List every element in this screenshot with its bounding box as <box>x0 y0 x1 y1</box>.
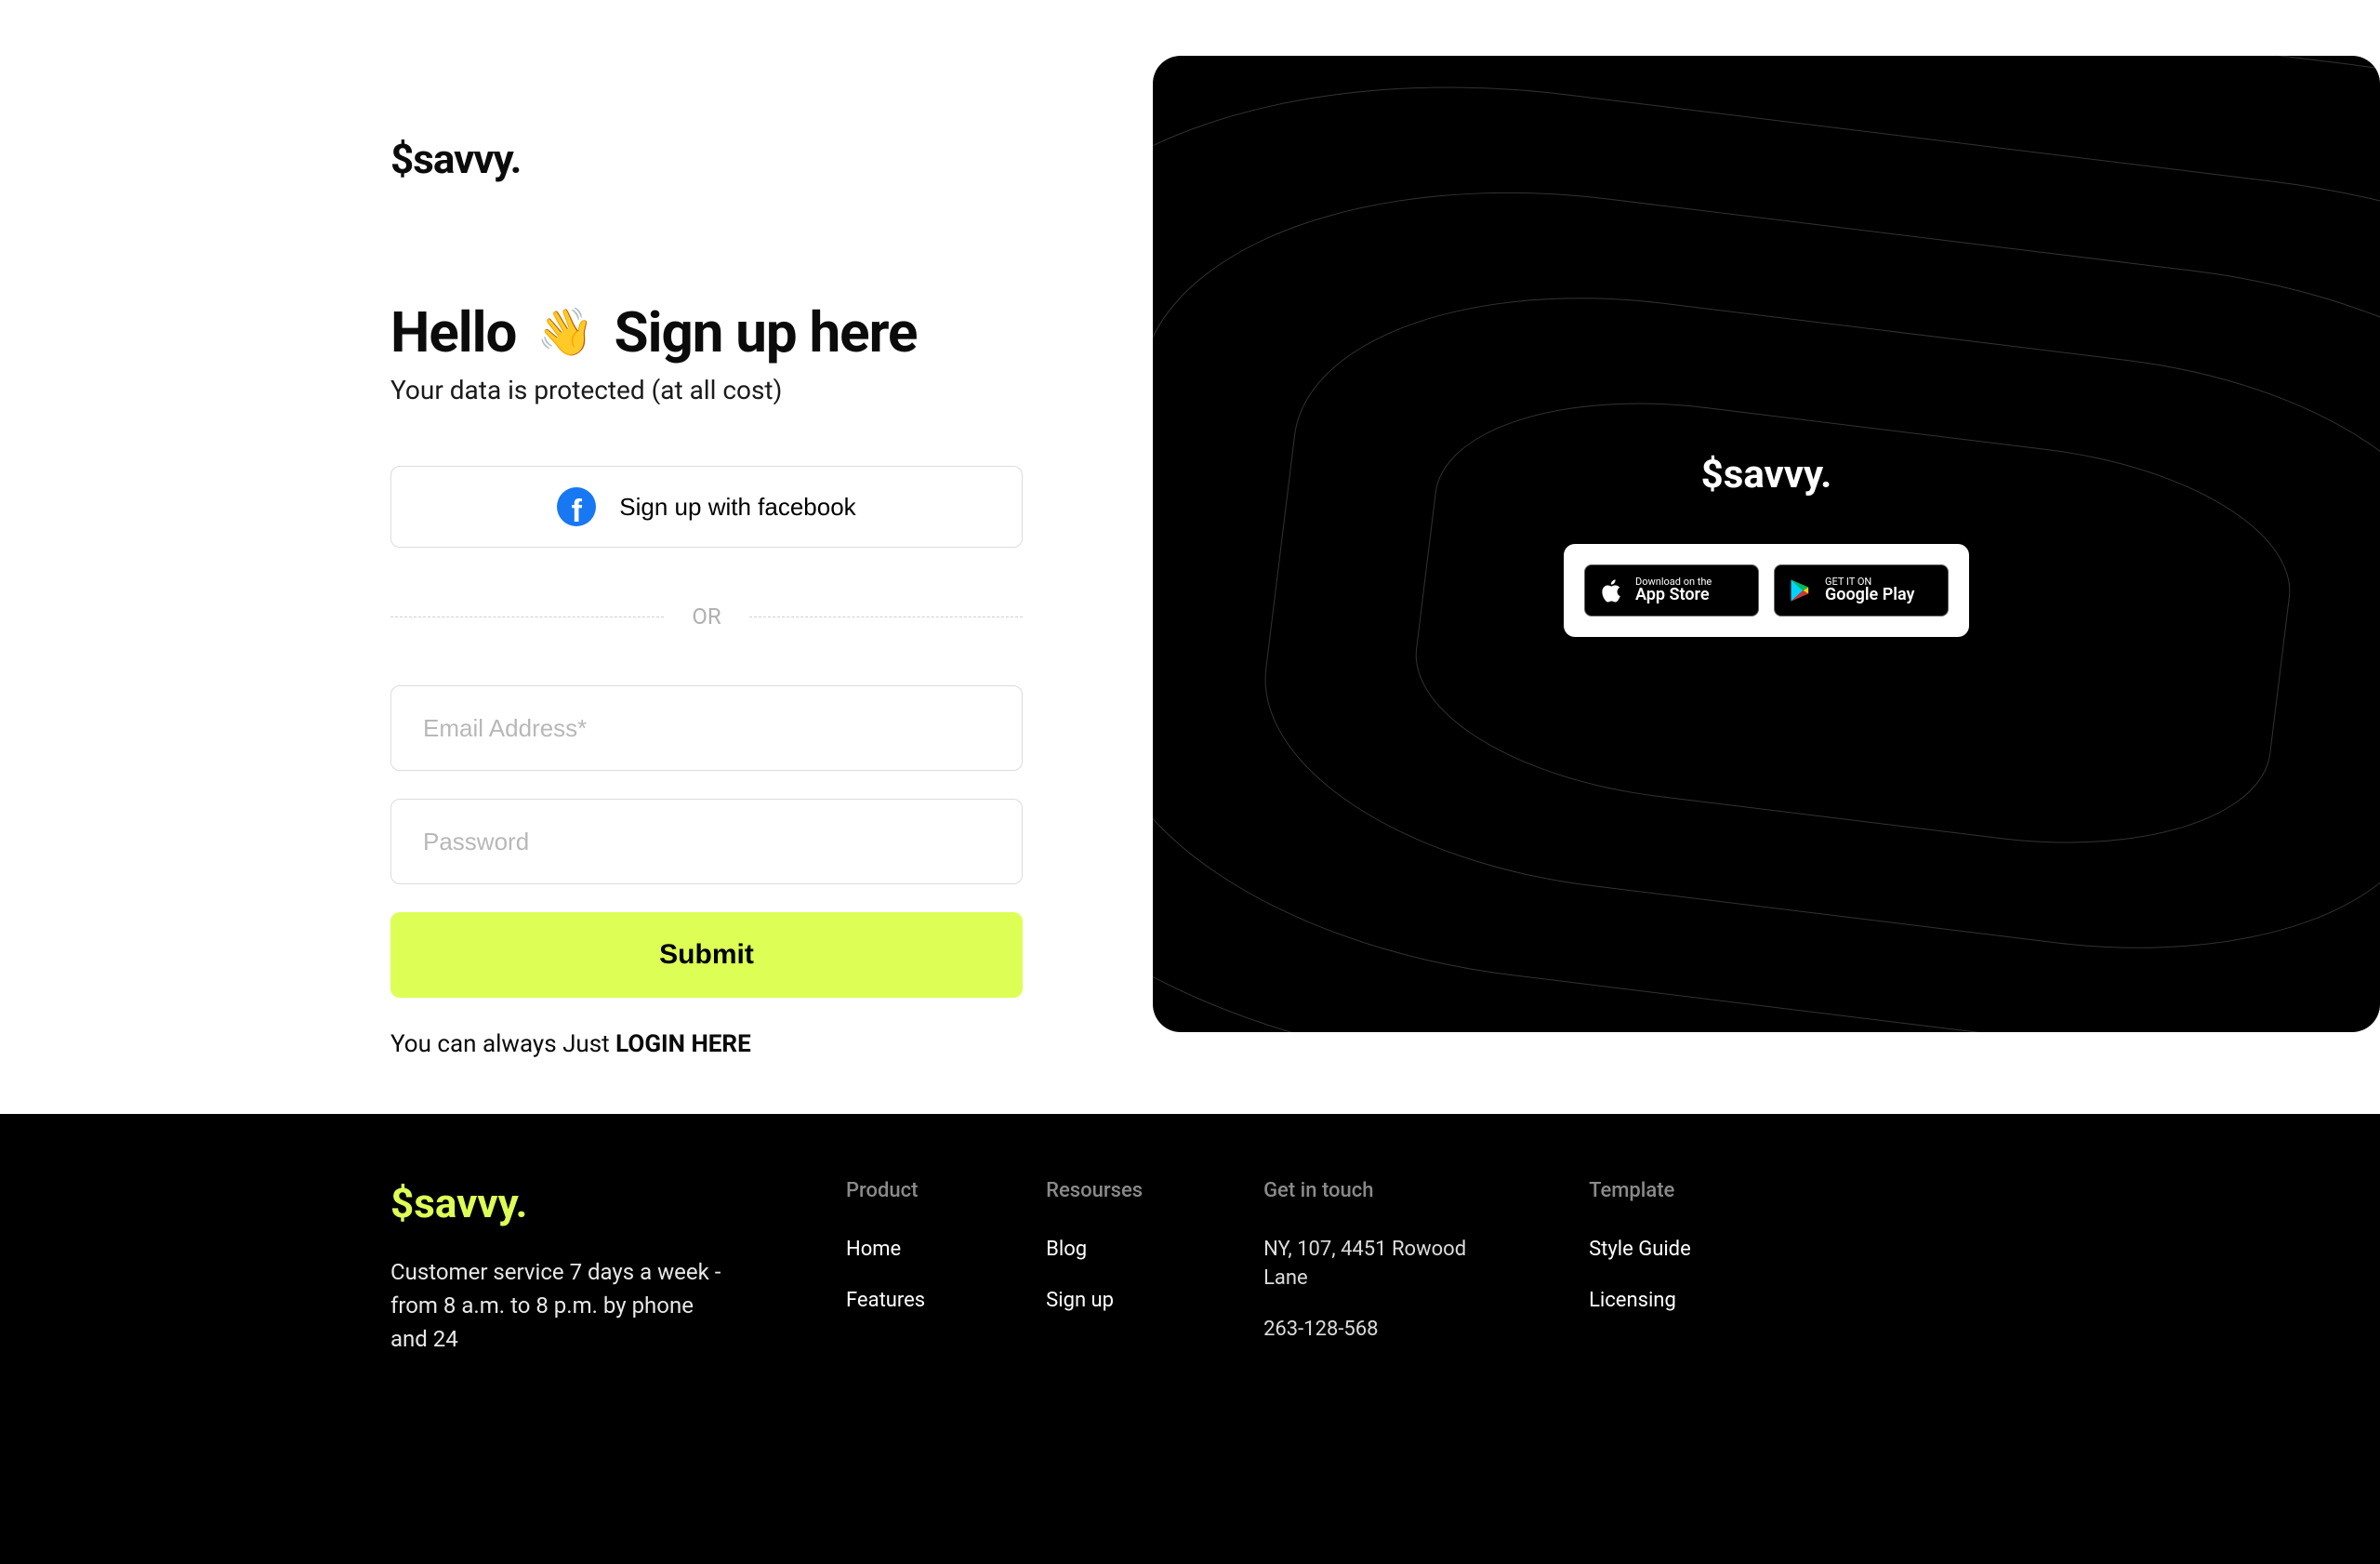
facebook-button-label: Sign up with facebook <box>619 493 855 522</box>
promo-panel: $savvy. Download on the App Store <box>1153 56 2380 1058</box>
footer-link-blog[interactable]: Blog <box>1046 1236 1143 1265</box>
footer-address: NY, 107, 4451 Rowood Lane <box>1263 1236 1468 1293</box>
or-divider: OR <box>390 603 1023 630</box>
login-lead-text: You can always Just <box>390 1030 615 1058</box>
dash-right <box>749 616 1023 617</box>
brand-logo: $savvy. <box>390 135 1018 183</box>
footer-link-styleguide[interactable]: Style Guide <box>1589 1236 1691 1265</box>
footer-col-title-template: Template <box>1589 1179 1691 1202</box>
dash-left <box>390 616 664 617</box>
title-hello: Hello <box>390 299 516 365</box>
app-store-badge[interactable]: Download on the App Store <box>1584 564 1759 616</box>
email-field[interactable] <box>390 685 1023 771</box>
google-play-icon <box>1788 577 1814 603</box>
footer: $savvy. Customer service 7 days a week -… <box>0 1114 2380 1564</box>
subtitle: Your data is protected (at all cost) <box>390 375 1018 405</box>
footer-link-features[interactable]: Features <box>846 1287 925 1316</box>
apple-icon <box>1598 577 1624 603</box>
google-play-badge[interactable]: GET IT ON Google Play <box>1774 564 1949 616</box>
submit-button[interactable]: Submit <box>390 912 1023 998</box>
footer-col-title-touch: Get in touch <box>1263 1179 1468 1202</box>
title-signup: Sign up here <box>615 299 918 365</box>
footer-logo: $savvy. <box>390 1179 725 1227</box>
login-link[interactable]: LOGIN HERE <box>615 1030 751 1058</box>
or-text: OR <box>692 603 721 630</box>
facebook-icon <box>557 487 596 526</box>
signup-form-column: $savvy. Hello 👋 Sign up here Your data i… <box>390 56 1060 1058</box>
password-field[interactable] <box>390 799 1023 884</box>
facebook-signup-button[interactable]: Sign up with facebook <box>390 466 1023 548</box>
footer-col-title-resources: Resourses <box>1046 1179 1143 1202</box>
footer-phone: 263-128-568 <box>1263 1316 1468 1345</box>
page-title: Hello 👋 Sign up here <box>390 299 1018 365</box>
login-prompt: You can always Just LOGIN HERE <box>390 1030 1018 1058</box>
brand-logo-white: $savvy. <box>1701 452 1832 497</box>
footer-about-text: Customer service 7 days a week - from 8 … <box>390 1255 725 1356</box>
app-store-big: App Store <box>1635 587 1712 603</box>
footer-link-licensing[interactable]: Licensing <box>1589 1287 1691 1316</box>
footer-link-home[interactable]: Home <box>846 1236 925 1265</box>
footer-col-title-product: Product <box>846 1179 925 1202</box>
google-play-big: Google Play <box>1825 587 1914 603</box>
store-badges: Download on the App Store GET IT ON <box>1564 544 1969 637</box>
footer-link-signup[interactable]: Sign up <box>1046 1287 1143 1316</box>
waving-hand-icon: 👋 <box>536 306 593 360</box>
